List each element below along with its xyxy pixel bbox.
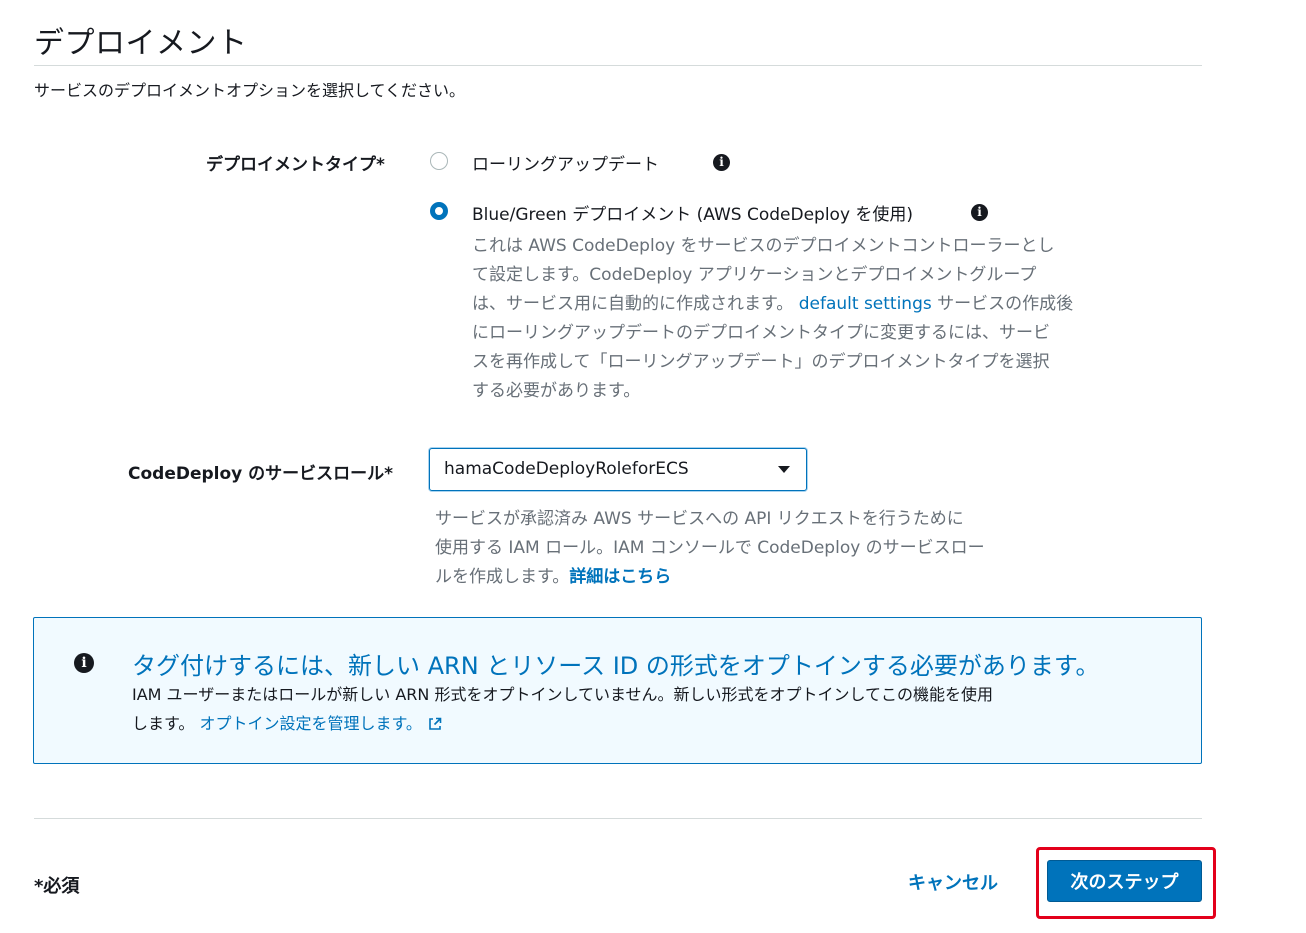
section-description: サービスのデプロイメントオプションを選択してください。 bbox=[34, 81, 466, 100]
cancel-button[interactable]: キャンセル bbox=[908, 869, 998, 895]
external-link-icon bbox=[429, 717, 442, 730]
footer-divider bbox=[34, 818, 1202, 819]
radio-blue-green-label[interactable]: Blue/Green デプロイメント (AWS CodeDeploy を使用) bbox=[472, 200, 913, 225]
info-icon[interactable]: i bbox=[713, 154, 730, 171]
default-settings-link[interactable]: default settings bbox=[799, 294, 932, 314]
title-divider bbox=[34, 65, 1202, 66]
info-icon: i bbox=[74, 653, 94, 673]
deployment-type-label: デプロイメントタイプ* bbox=[206, 155, 385, 175]
info-icon[interactable]: i bbox=[971, 204, 988, 221]
service-role-label: CodeDeploy のサービスロール* bbox=[128, 464, 394, 484]
page-title: デプロイメント bbox=[34, 26, 248, 61]
alert-title: タグ付けするには、新しい ARN とリソース ID の形式をオプトインする必要が… bbox=[132, 652, 1100, 680]
blue-green-help-text: これは AWS CodeDeploy をサービスのデプロイメントコントローラーと… bbox=[472, 236, 1074, 401]
service-role-value: hamaCodeDeployRoleforECS bbox=[444, 459, 689, 479]
info-alert: i タグ付けするには、新しい ARN とリソース ID の形式をオプトインする必… bbox=[33, 617, 1202, 764]
learn-more-link[interactable]: 詳細はこちら bbox=[569, 567, 671, 587]
required-note: *必須 bbox=[34, 876, 80, 897]
alert-body: IAM ユーザーまたはロールが新しい ARN 形式をオプトインしていません。新し… bbox=[132, 685, 993, 733]
chevron-down-icon bbox=[778, 466, 790, 473]
service-role-select[interactable]: hamaCodeDeployRoleforECS bbox=[429, 448, 807, 491]
next-step-button[interactable]: 次のステップ bbox=[1047, 860, 1202, 902]
service-role-help-text: サービスが承認済み AWS サービスへの API リクエストを行うために 使用す… bbox=[435, 509, 985, 587]
radio-blue-green[interactable] bbox=[430, 202, 448, 220]
radio-rolling-update-label[interactable]: ローリングアップデート bbox=[472, 150, 659, 175]
radio-rolling-update[interactable] bbox=[430, 152, 448, 170]
opt-in-settings-link[interactable]: オプトイン設定を管理します。 bbox=[200, 714, 442, 733]
